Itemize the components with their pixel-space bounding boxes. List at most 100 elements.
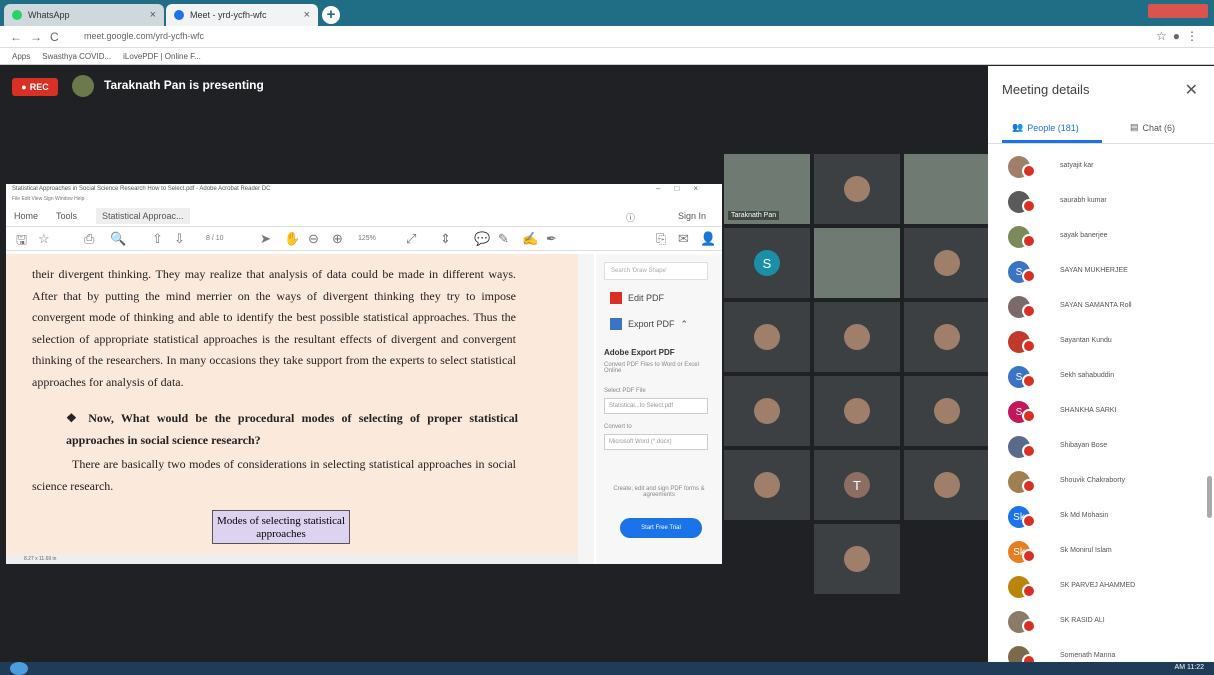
person-row[interactable]: Somenath Manna	[988, 640, 1214, 662]
cursor-icon[interactable]: ➤	[260, 231, 271, 247]
fit-icon[interactable]: ⤢	[406, 231, 416, 247]
tab-chat[interactable]: ▤ Chat (6)	[1130, 122, 1175, 133]
person-row[interactable]: Sayantan Kundu	[988, 325, 1214, 360]
pdf-page: their divergent thinking. They may reali…	[6, 254, 578, 554]
participant-tile[interactable]: Taraknath Pan	[724, 154, 810, 224]
participant-tile[interactable]	[904, 154, 990, 224]
scroll-mode-icon[interactable]: ⇕	[440, 231, 451, 247]
presenting-text: Taraknath Pan is presenting	[104, 78, 264, 92]
page-indicator[interactable]: 8 / 10	[206, 235, 224, 242]
person-name: SHANKHA SARKI	[1060, 407, 1117, 414]
acrobat-tools-pane: Search 'Draw Shape' Edit PDF Export PDF …	[596, 254, 722, 564]
participant-tile[interactable]: T	[814, 450, 900, 520]
edit-pdf-tool[interactable]: Edit PDF	[610, 292, 664, 304]
selected-file-field[interactable]: Statistical...to Select.pdf	[604, 398, 708, 414]
participant-tile[interactable]	[904, 376, 990, 446]
muted-mic-icon	[1022, 269, 1036, 283]
new-tab-button[interactable]: +	[322, 6, 340, 24]
bookmark-item[interactable]: Apps	[12, 52, 30, 61]
person-row[interactable]: sayak banerjee	[988, 220, 1214, 255]
export-description: Convert PDF Files to Word or Excel Onlin…	[604, 362, 699, 374]
chat-tab-label: Chat (6)	[1142, 122, 1176, 133]
participant-tile[interactable]	[904, 228, 990, 298]
zoom-in-icon[interactable]: ⊕	[332, 231, 343, 247]
acrobat-menubar[interactable]: File Edit View Sign Window Help	[6, 196, 722, 205]
meet-icon	[174, 10, 184, 20]
window-controls[interactable]	[1148, 4, 1208, 18]
highlight-icon[interactable]: ✍	[522, 231, 538, 247]
bookmark-item[interactable]: Swasthya COVID...	[42, 52, 111, 61]
participant-tile[interactable]	[814, 302, 900, 372]
person-row[interactable]: SAYAN SAMANTA Roll	[988, 290, 1214, 325]
tab-tools[interactable]: Tools	[56, 211, 77, 221]
participant-tile[interactable]: S	[724, 228, 810, 298]
export-pdf-tool[interactable]: Export PDF ⌃	[610, 318, 688, 330]
tab-document[interactable]: Statistical Approac...	[96, 208, 190, 224]
muted-mic-icon	[1022, 479, 1036, 493]
pen-icon[interactable]: ✎	[498, 231, 509, 247]
nav-buttons[interactable]: ←→C	[10, 30, 67, 44]
tab-label: WhatsApp	[28, 10, 70, 20]
person-row[interactable]: SK RASID ALI	[988, 605, 1214, 640]
convert-to-select[interactable]: Microsoft Word (*.docx)	[604, 434, 708, 450]
bookmark-item[interactable]: iLovePDF | Online F...	[123, 52, 201, 61]
person-row[interactable]: satyajit kar	[988, 150, 1214, 185]
participant-tile[interactable]	[724, 450, 810, 520]
close-icon[interactable]: ✕	[1185, 80, 1198, 100]
url-field[interactable]: meet.google.com/yrd-ycfh-wfc	[84, 31, 204, 41]
participant-tile[interactable]	[814, 154, 900, 224]
user-icon[interactable]: 👤	[700, 231, 716, 247]
tab-people[interactable]: 👥 People (181)	[1012, 122, 1079, 133]
page-up-icon[interactable]: ⇧	[152, 231, 163, 247]
person-row[interactable]: S Sekh sahabuddin	[988, 360, 1214, 395]
mail-icon[interactable]: ✉	[678, 231, 689, 247]
person-row[interactable]: Shouvik Chakraborty	[988, 465, 1214, 500]
start-button[interactable]	[10, 662, 28, 675]
participant-tile[interactable]	[814, 376, 900, 446]
person-name: SK RASID ALI	[1060, 617, 1105, 624]
zoom-search-icon[interactable]: 🔍	[110, 231, 126, 247]
participant-tile[interactable]	[724, 376, 810, 446]
person-name: Somenath Manna	[1060, 652, 1116, 659]
comment-icon[interactable]: 💬	[474, 231, 490, 247]
participant-tile[interactable]	[904, 450, 990, 520]
people-scrollbar[interactable]	[1207, 476, 1212, 518]
save-icon[interactable]: 🖫	[16, 231, 27, 253]
close-tab-icon[interactable]: ×	[150, 9, 156, 21]
acrobat-window-controls[interactable]: –□×	[656, 184, 712, 193]
browser-menu-icons[interactable]: ☆●⋮	[1156, 29, 1204, 43]
person-row[interactable]: Shibayan Bose	[988, 430, 1214, 465]
sign-icon[interactable]: ✒	[546, 231, 557, 247]
help-icon[interactable]: ⓘ	[626, 211, 635, 224]
participant-tile[interactable]	[814, 228, 900, 298]
address-bar: ←→C meet.google.com/yrd-ycfh-wfc ☆●⋮	[0, 26, 1214, 48]
zoom-level[interactable]: 125%	[358, 235, 376, 242]
print-icon[interactable]: ⎙	[84, 231, 94, 247]
browser-tab-meet[interactable]: Meet - yrd-ycfh-wfc ×	[166, 4, 318, 26]
close-tab-icon[interactable]: ×	[304, 9, 310, 21]
person-row[interactable]: S SAYAN MUKHERJEE	[988, 255, 1214, 290]
chevron-up-icon[interactable]: ⌃	[681, 319, 689, 330]
start-free-trial-button[interactable]: Start Free Trial	[620, 518, 702, 538]
people-tab-label: People (181)	[1027, 122, 1079, 133]
browser-tab-whatsapp[interactable]: WhatsApp ×	[4, 4, 164, 26]
participant-tile[interactable]	[814, 524, 900, 594]
person-row[interactable]: SK PARVEJ AHAMMED	[988, 570, 1214, 605]
pdf-scrollbar[interactable]	[578, 254, 594, 564]
participant-tile[interactable]	[724, 302, 810, 372]
participant-tile[interactable]	[904, 302, 990, 372]
person-row[interactable]: Sk Sk Md Mohasin	[988, 500, 1214, 535]
tools-search-input[interactable]: Search 'Draw Shape'	[604, 262, 708, 280]
share-icon[interactable]: ⎘	[656, 231, 666, 247]
tab-home[interactable]: Home	[14, 211, 38, 221]
person-row[interactable]: S SHANKHA SARKI	[988, 395, 1214, 430]
star-icon[interactable]: ☆	[38, 231, 50, 247]
page-down-icon[interactable]: ⇩	[174, 231, 185, 247]
hand-icon[interactable]: ✋	[284, 231, 300, 247]
zoom-out-icon[interactable]: ⊖	[308, 231, 319, 247]
sign-in-link[interactable]: Sign In	[678, 211, 706, 221]
person-row[interactable]: Sk Sk Monirul Islam	[988, 535, 1214, 570]
participant-avatar	[754, 398, 780, 424]
person-row[interactable]: saurabh kumar	[988, 185, 1214, 220]
muted-mic-icon	[1022, 444, 1036, 458]
